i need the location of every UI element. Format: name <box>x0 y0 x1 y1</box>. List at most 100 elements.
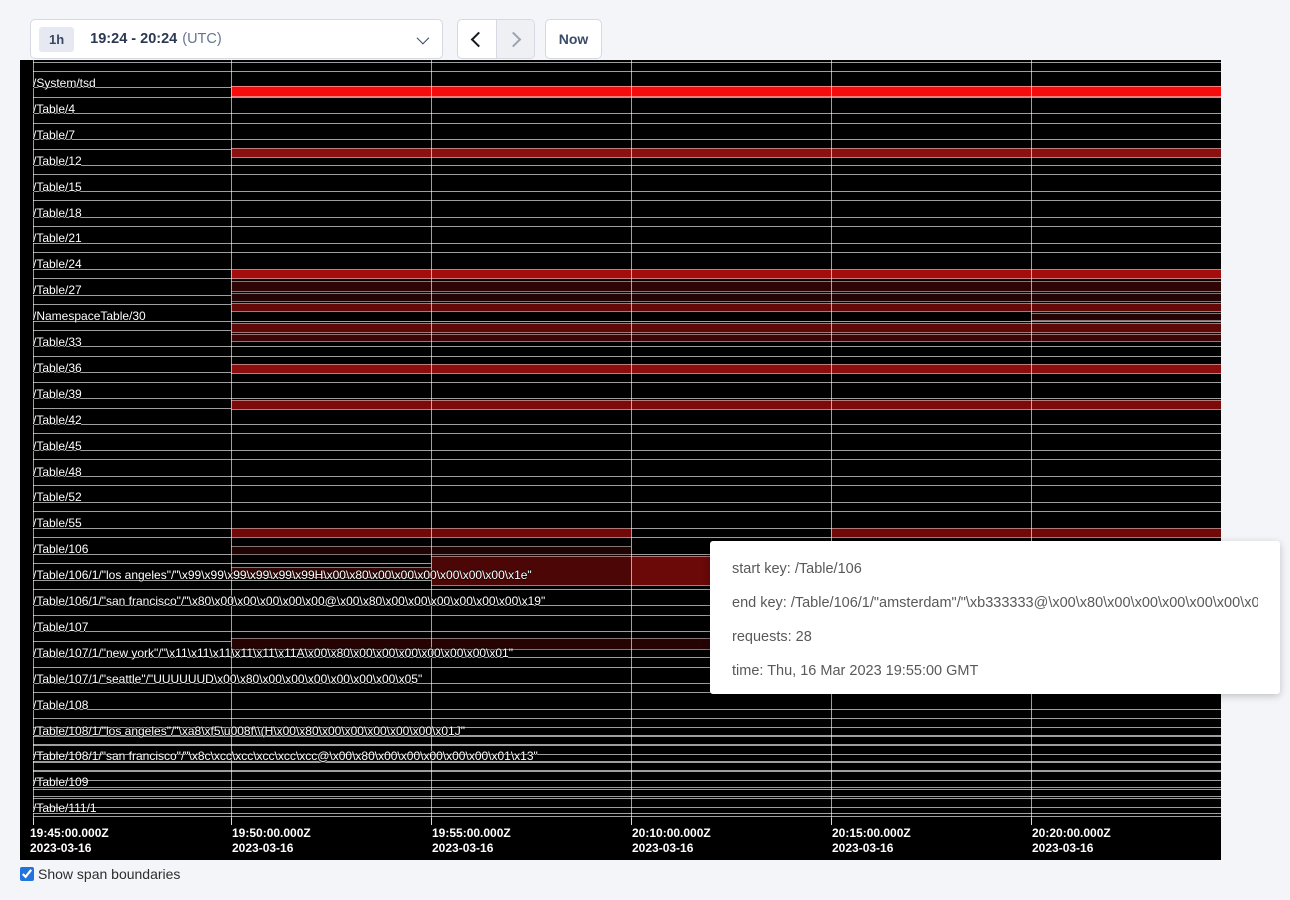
key-span-label: /Table/55 <box>33 516 82 530</box>
span-boundary-line <box>33 424 1221 425</box>
heat-band[interactable] <box>231 86 1221 97</box>
next-interval-button[interactable] <box>496 20 535 58</box>
time-bucket-line <box>631 60 632 818</box>
heat-band[interactable] <box>231 303 1221 312</box>
time-tick-label: 20:10:00.000Z <box>632 826 711 841</box>
span-boundary-line <box>33 200 1221 201</box>
show-span-boundaries-label[interactable]: Show span boundaries <box>38 866 180 882</box>
time-pager <box>457 19 535 59</box>
span-boundary-line <box>33 243 1221 244</box>
key-span-label: /Table/36 <box>33 361 82 375</box>
time-tick-label: 20:20:00.000Z <box>1032 826 1111 841</box>
key-span-label: /Table/27 <box>33 283 82 297</box>
key-span-label: /Table/108/1/"san francisco"/"\x8c\xcc\x… <box>33 749 538 763</box>
span-boundary-line <box>33 71 1221 72</box>
key-span-label: /System/tsd <box>33 76 96 90</box>
key-span-label: /Table/106 <box>33 542 88 556</box>
heat-band[interactable] <box>231 364 1221 374</box>
span-tooltip: start key: /Table/106 end key: /Table/10… <box>710 541 1280 694</box>
span-boundary-line <box>33 346 1221 347</box>
tooltip-start-key: start key: /Table/106 <box>732 552 1258 586</box>
key-span-label: /Table/39 <box>33 387 82 401</box>
key-span-label: /Table/111/1 <box>33 801 97 815</box>
tooltip-time: time: Thu, 16 Mar 2023 19:55:00 GMT <box>732 654 1258 688</box>
key-span-label: /Table/4 <box>33 102 75 116</box>
heat-band[interactable] <box>231 400 1221 410</box>
key-span-label: /Table/45 <box>33 439 82 453</box>
now-button[interactable]: Now <box>545 19 602 59</box>
key-span-label: /Table/33 <box>33 335 82 349</box>
span-boundary-line <box>33 789 1221 790</box>
heat-band[interactable] <box>1031 313 1221 321</box>
key-span-label: /Table/7 <box>33 128 75 142</box>
span-boundary-line <box>33 511 1221 512</box>
span-boundary-line <box>33 787 1221 788</box>
key-span-label: /NamespaceTable/30 <box>33 309 146 323</box>
time-tick-date: 2023-03-16 <box>232 841 293 856</box>
span-boundary-line <box>33 780 1221 781</box>
time-tick <box>631 818 632 825</box>
span-boundary-line <box>33 139 1221 140</box>
show-span-boundaries-toggle: Show span boundaries <box>20 866 180 882</box>
span-boundary-line <box>33 798 1221 799</box>
heat-band[interactable] <box>231 334 1221 342</box>
key-span-label: /Table/24 <box>33 257 82 271</box>
span-boundary-line <box>33 718 1221 719</box>
time-bucket-line <box>1031 60 1032 818</box>
time-tick <box>1031 818 1032 825</box>
span-boundary-line <box>33 745 1221 746</box>
time-tick-label: 19:45:00.000Z <box>30 826 109 841</box>
span-boundary-line <box>33 123 1221 124</box>
key-span-label: /Table/15 <box>33 180 82 194</box>
time-tick-label: 20:15:00.000Z <box>832 826 911 841</box>
previous-interval-button[interactable] <box>458 20 496 58</box>
span-boundary-line <box>33 709 1221 710</box>
chevron-right-icon <box>505 31 521 47</box>
key-visualizer-canvas[interactable]: /System/tsd/Table/4/Table/7/Table/12/Tab… <box>20 60 1221 860</box>
heat-band[interactable] <box>231 293 1221 302</box>
heat-band[interactable] <box>831 528 1221 538</box>
span-boundary-line <box>33 502 1221 503</box>
heat-band[interactable] <box>231 281 1221 292</box>
time-range-text: 19:24 - 20:24 <box>90 31 177 47</box>
span-boundary-line <box>33 191 1221 192</box>
time-tick-date: 2023-03-16 <box>1032 841 1093 856</box>
time-bucket-line <box>831 60 832 818</box>
span-boundary-line <box>33 459 1221 460</box>
span-boundary-line <box>33 813 1221 814</box>
time-tick <box>431 818 432 825</box>
heat-band[interactable] <box>231 269 1221 279</box>
key-span-label: /Table/52 <box>33 490 82 504</box>
key-span-label: /Table/107/1/"seattle"/"UUUUUUD\x00\x80\… <box>33 672 422 686</box>
span-boundary-line <box>33 174 1221 175</box>
chevron-left-icon <box>471 31 487 47</box>
key-span-label: /Table/42 <box>33 413 82 427</box>
heat-band[interactable] <box>231 323 1221 333</box>
time-bucket-line <box>231 60 232 818</box>
heat-band[interactable] <box>231 148 1221 158</box>
span-boundary-line <box>33 485 1221 486</box>
time-tick-date: 2023-03-16 <box>632 841 693 856</box>
time-tick-date: 2023-03-16 <box>432 841 493 856</box>
span-boundary-line <box>33 356 1221 357</box>
span-boundary-line <box>33 217 1221 218</box>
time-tick-label: 19:55:00.000Z <box>432 826 511 841</box>
key-span-label: /Table/18 <box>33 206 82 220</box>
key-span-label: /Table/21 <box>33 231 82 245</box>
timezone-text: (UTC) <box>182 31 221 47</box>
time-range-selector[interactable]: 1h 19:24 - 20:24 (UTC) <box>30 19 443 59</box>
time-tick <box>33 818 34 825</box>
key-span-label: /Table/107 <box>33 620 88 634</box>
chevron-down-icon <box>417 31 430 44</box>
duration-badge: 1h <box>39 27 74 52</box>
key-span-label: /Table/107/1/"new york"/"\x11\x11\x11\x1… <box>33 646 513 660</box>
key-span-label: /Table/12 <box>33 154 82 168</box>
time-tick-date: 2023-03-16 <box>30 841 91 856</box>
time-tick <box>831 818 832 825</box>
span-boundary-line <box>33 165 1221 166</box>
key-span-label: /Table/48 <box>33 465 82 479</box>
time-bucket-line <box>431 60 432 818</box>
span-boundary-line <box>33 226 1221 227</box>
span-boundary-line <box>33 450 1221 451</box>
show-span-boundaries-checkbox[interactable] <box>20 867 34 881</box>
